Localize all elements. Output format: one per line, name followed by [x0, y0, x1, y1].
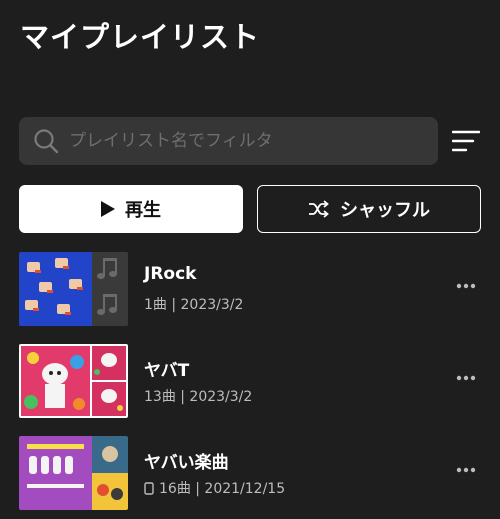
playlist-meta-text: 1曲 | 2023/3/2 — [144, 297, 244, 313]
phone-icon — [144, 481, 154, 495]
search-bar[interactable] — [19, 117, 438, 165]
playlist-cover — [19, 344, 128, 418]
playlist-meta: 16曲 | 2021/12/15 — [144, 478, 285, 498]
playlist-meta: 13曲 | 2023/3/2 — [144, 386, 252, 406]
playlist-name: ヤバい楽曲 — [144, 453, 229, 473]
playlist-meta-text: 16曲 | 2021/12/15 — [159, 481, 286, 497]
play-icon — [101, 201, 115, 217]
search-icon — [34, 129, 59, 154]
playlist-cover — [19, 436, 128, 510]
play-button-label: 再生 — [125, 200, 161, 221]
play-button[interactable]: 再生 — [19, 185, 243, 233]
search-input[interactable] — [69, 131, 409, 151]
shuffle-icon — [309, 200, 329, 218]
playlist-meta-text: 13曲 | 2023/3/2 — [144, 389, 253, 405]
playlist-item[interactable]: ヤバT 13曲 | 2023/3/2 — [19, 344, 481, 418]
playlist-item[interactable]: JRock 1曲 | 2023/3/2 — [19, 252, 481, 326]
playlist-meta: 1曲 | 2023/3/2 — [144, 294, 243, 314]
sort-icon[interactable] — [452, 128, 480, 154]
shuffle-button[interactable]: シャッフル — [257, 185, 481, 233]
playlist-name: JRock — [144, 264, 197, 284]
more-icon[interactable] — [456, 374, 476, 382]
playlist-name: ヤバT — [144, 361, 190, 381]
playlist-item[interactable]: ヤバい楽曲 16曲 | 2021/12/15 — [19, 436, 481, 510]
more-icon[interactable] — [456, 282, 476, 290]
shuffle-button-label: シャッフル — [340, 200, 430, 221]
playlist-cover — [19, 252, 128, 326]
page-title: マイプレイリスト — [20, 20, 261, 54]
more-icon[interactable] — [456, 466, 476, 474]
